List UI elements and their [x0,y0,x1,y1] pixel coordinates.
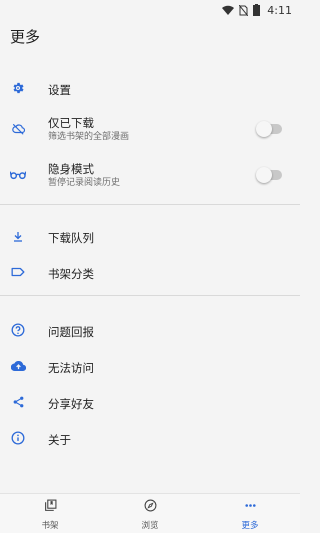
toggle-knob [256,121,272,137]
page-title: 更多 [10,27,41,46]
menu-item-downloaded-only[interactable]: 仅已下载 筛选书架的全部漫画 [0,106,300,152]
nav-tab-browse[interactable]: 浏览 [100,494,200,533]
wifi-icon [222,5,235,15]
cloud-off-icon [10,121,26,137]
menu-item-settings[interactable]: 设置 [0,70,300,106]
menu-item-share[interactable]: 分享好友 [0,384,300,420]
menu-item-label: 分享好友 [48,396,94,411]
menu-item-label: 仅已下载 [48,115,94,130]
menu-item-label: 关于 [48,432,71,447]
nav-label: 浏览 [141,520,159,531]
more-horiz-icon [244,497,257,516]
menu-item-feedback[interactable]: 问题回报 [0,312,300,348]
info-icon [10,430,26,446]
status-bar: 4:11 [0,0,300,20]
cloud-upload-icon [10,358,26,374]
toggle-knob [256,167,272,183]
nav-label: 更多 [241,520,259,531]
incognito-toggle[interactable] [256,167,282,183]
status-time: 4:11 [267,3,292,17]
nav-tab-more[interactable]: 更多 [200,494,300,533]
menu-list: 设置 仅已下载 筛选书架的全部漫画 隐身模式 暂停记录阅读历史 下载队列 书架分… [0,70,300,456]
no-sim-icon [239,4,249,16]
share-icon [10,394,26,410]
label-icon [10,264,26,280]
menu-item-label: 无法访问 [48,360,94,375]
menu-item-label: 隐身模式 [48,161,94,176]
menu-item-subtitle: 暂停记录阅读历史 [48,177,121,188]
download-icon [10,228,26,244]
nav-tab-library[interactable]: 书架 [0,494,100,533]
menu-item-subtitle: 筛选书架的全部漫画 [48,131,130,142]
menu-item-categories[interactable]: 书架分类 [0,254,300,290]
downloaded-only-toggle[interactable] [256,121,282,137]
library-icon [44,497,57,516]
glasses-icon [10,167,26,183]
gear-icon [10,80,26,96]
help-circle-icon [10,322,26,338]
compass-icon [144,497,157,516]
menu-item-label: 设置 [48,82,71,97]
menu-item-download-queue[interactable]: 下载队列 [0,218,300,254]
battery-icon [253,4,261,16]
menu-item-label: 问题回报 [48,324,94,339]
menu-item-label: 书架分类 [48,266,94,281]
nav-label: 书架 [41,520,59,531]
menu-item-incognito[interactable]: 隐身模式 暂停记录阅读历史 [0,152,300,198]
menu-item-cannot-access[interactable]: 无法访问 [0,348,300,384]
menu-item-about[interactable]: 关于 [0,420,300,456]
bottom-navigation: 书架 浏览 更多 [0,493,300,533]
menu-item-label: 下载队列 [48,230,94,245]
